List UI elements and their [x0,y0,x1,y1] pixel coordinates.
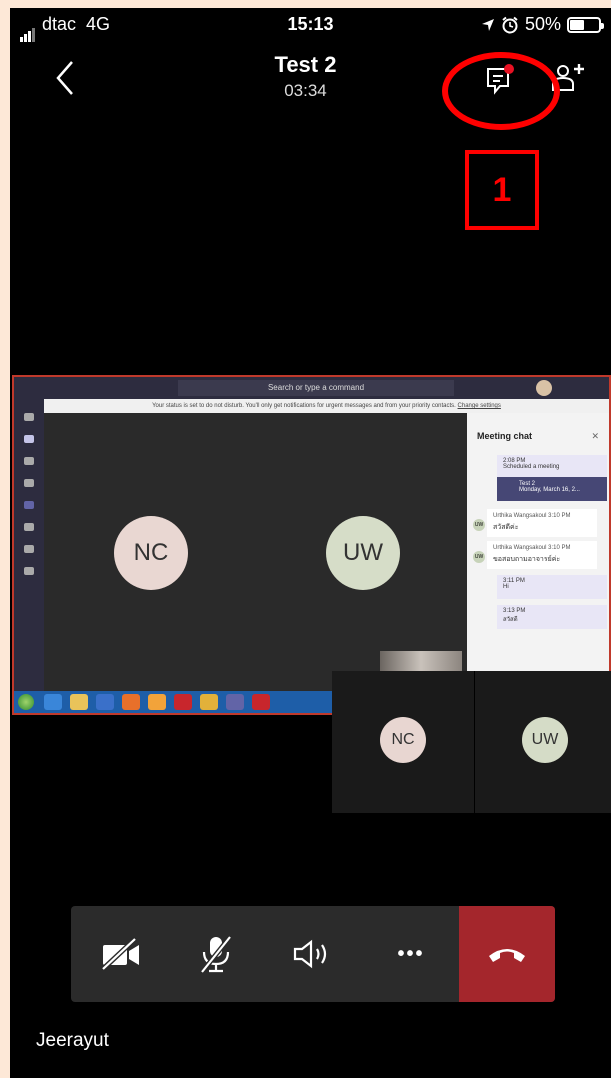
speaker-icon [293,939,327,969]
app-icon [148,694,166,710]
alarm-icon [502,16,518,33]
camera-toggle-button[interactable] [91,906,151,1002]
chat-message: Urthika Wangsakoul 3:10 PM สวัสดีค่ะ [487,509,597,537]
mute-button[interactable] [186,906,246,1002]
teams-search-bar: Search or type a command [178,380,454,396]
hangup-button[interactable] [459,906,555,1002]
meeting-chat-title: Meeting chat [477,431,533,441]
call-controls: ••• [71,906,555,1002]
teams-titlebar: Search or type a command [14,377,609,399]
close-icon: ✕ [591,431,599,441]
hangup-icon [489,949,525,962]
firefox-icon [122,694,140,710]
chat-avatar: UW [473,551,485,563]
filezilla-icon [174,694,192,710]
participant-avatar-nc: NC [114,516,188,590]
battery-percent: 50% [524,14,561,34]
chat-avatar: UW [473,519,485,531]
dnd-notice: Your status is set to do not disturb. Yo… [44,399,609,413]
pdf-icon [252,694,270,710]
call-screen: dtac 4G 15:13 50% Test 2 03:34 1 Search … [10,8,611,1078]
current-user-name: Jeerayut [36,1030,109,1051]
shared-screen: Search or type a command Your status is … [12,375,611,715]
annotation-oval [442,52,560,130]
annotation-label: 1 [465,150,539,230]
scheduled-meeting-notice: 2:08 PM Scheduled a meeting [497,455,607,477]
tile-avatar-nc: NC [380,717,426,763]
participant-tiles: NC UW [332,671,611,813]
explorer-icon [70,694,88,710]
ie-icon [44,694,62,710]
windows-start-icon [18,694,34,710]
participant-avatar-uw: UW [326,516,400,590]
chat-message: Urthika Wangsakoul 3:10 PM ขอสอบถามอาจาร… [487,541,597,569]
own-chat-message: 3:13 PM สวัสดี [497,605,607,629]
location-icon [481,18,494,31]
shared-meeting-stage: NC UW [44,413,467,691]
own-chat-message: 3:11 PM Hi [497,575,607,599]
chrome-icon [200,694,218,710]
battery-icon [567,16,604,33]
more-options-button[interactable]: ••• [381,906,441,1002]
tile-avatar-uw: UW [522,717,568,763]
media-icon [96,694,114,710]
status-bar: dtac 4G 15:13 50% [10,8,611,42]
mic-off-icon [200,935,232,974]
meeting-card: Test 2 Monday, March 16, 2... [497,477,607,501]
teams-user-avatar [536,380,552,396]
teams-icon [226,694,244,710]
meeting-chat-panel: Meeting chat ✕ 2:08 PM Scheduled a meeti… [467,413,609,691]
speaker-button[interactable] [283,906,343,1002]
teams-app-rail [14,399,44,691]
camera-preview [380,651,462,673]
camera-off-icon [101,937,139,971]
